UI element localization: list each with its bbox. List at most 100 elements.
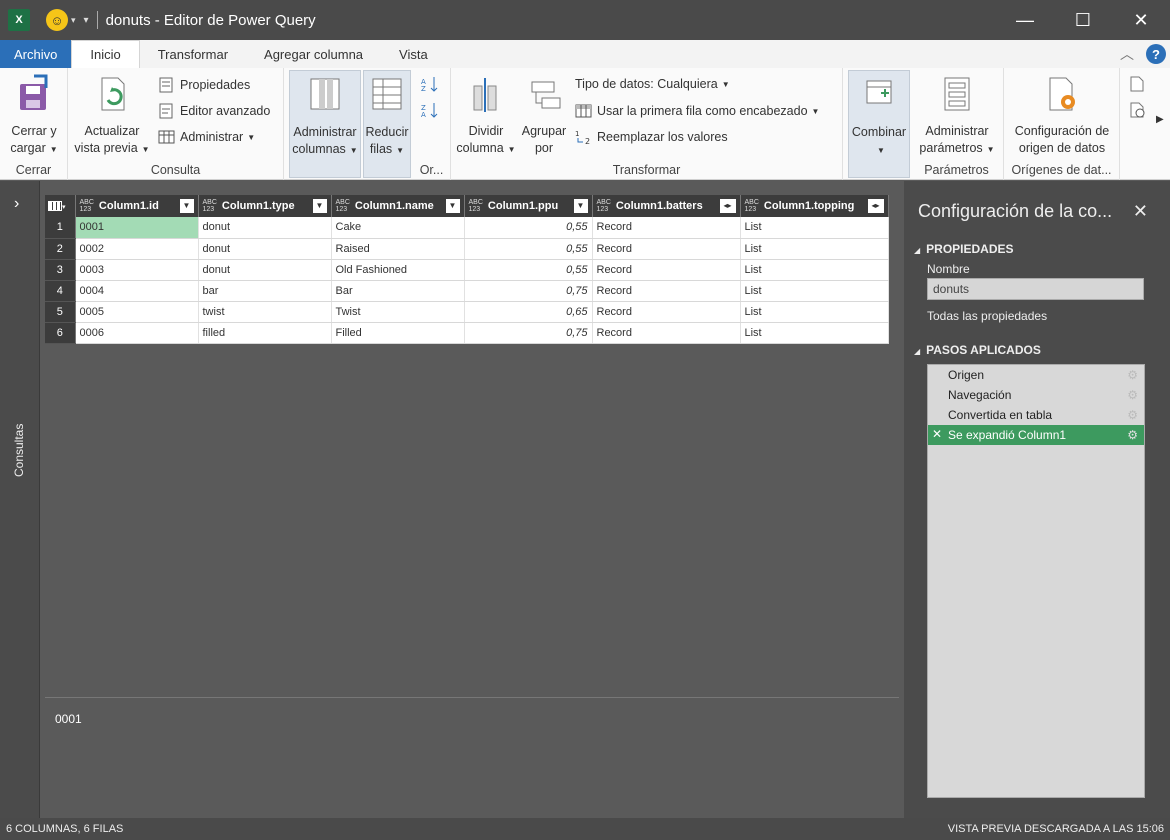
row-number[interactable]: 3 bbox=[45, 259, 76, 281]
cell-topping-link[interactable]: List bbox=[740, 238, 889, 260]
row-number[interactable]: 4 bbox=[45, 280, 76, 302]
row-number[interactable]: 5 bbox=[45, 301, 76, 323]
cell-name[interactable]: Bar bbox=[331, 280, 465, 302]
filter-dropdown-icon[interactable]: ▼ bbox=[179, 199, 194, 213]
reducir-filas-button[interactable]: Reducir filas ▼ bbox=[363, 70, 411, 178]
cell-name[interactable]: Raised bbox=[331, 238, 465, 260]
cell-id[interactable]: 0006 bbox=[75, 322, 199, 344]
propiedades-button[interactable]: Propiedades bbox=[158, 77, 250, 93]
cell-ppu[interactable]: 0,55 bbox=[464, 259, 593, 281]
administrar-columnas-button[interactable]: Administrar columnas ▼ bbox=[289, 70, 361, 178]
queries-label[interactable]: Consultas bbox=[12, 424, 26, 477]
tab-transformar[interactable]: Transformar bbox=[140, 40, 246, 68]
filter-dropdown-icon[interactable]: ▼ bbox=[312, 199, 327, 213]
column-header-id[interactable]: ABC 123 Column1.id ▼ bbox=[75, 195, 199, 217]
configuracion-origen-button[interactable]: Configuración de origen de datos bbox=[1008, 74, 1116, 157]
cell-topping-link[interactable]: List bbox=[740, 259, 889, 281]
quick-access-customize-icon[interactable]: ▾ bbox=[84, 15, 89, 26]
cell-ppu[interactable]: 0,55 bbox=[464, 238, 593, 260]
cell-batters-link[interactable]: Record bbox=[592, 259, 741, 281]
cell-topping-link[interactable]: List bbox=[740, 301, 889, 323]
column-header-batters[interactable]: ABC 123 Column1.batters ◂▸ bbox=[592, 195, 741, 217]
cell-batters-link[interactable]: Record bbox=[592, 238, 741, 260]
filter-dropdown-icon[interactable]: ▼ bbox=[445, 199, 460, 213]
query-name-input[interactable]: donuts bbox=[927, 278, 1144, 300]
delete-step-icon[interactable]: ✕ bbox=[932, 427, 942, 441]
tab-archivo[interactable]: Archivo bbox=[0, 40, 72, 68]
actualizar-vista-previa-button[interactable]: Actualizar vista previa ▼ bbox=[72, 74, 152, 158]
agrupar-por-button[interactable]: Agrupar por bbox=[517, 74, 571, 157]
cell-id[interactable]: 0005 bbox=[75, 301, 199, 323]
applied-step[interactable]: Convertida en tabla ⚙ bbox=[928, 405, 1144, 425]
filter-dropdown-icon[interactable]: ▼ bbox=[573, 199, 588, 213]
gear-icon[interactable]: ⚙ bbox=[1127, 428, 1138, 442]
tipo-datos-dropdown[interactable]: Tipo de datos: Cualquiera ▼ bbox=[575, 77, 730, 91]
maximize-button[interactable]: ☐ bbox=[1054, 0, 1112, 40]
row-number[interactable]: 6 bbox=[45, 322, 76, 344]
row-number[interactable]: 1 bbox=[45, 217, 76, 239]
administrar-button[interactable]: Administrar ▼ bbox=[158, 129, 255, 145]
cell-type[interactable]: twist bbox=[198, 301, 332, 323]
expand-column-icon[interactable]: ◂▸ bbox=[719, 199, 736, 213]
cell-topping-link[interactable]: List bbox=[740, 322, 889, 344]
cell-batters-link[interactable]: Record bbox=[592, 301, 741, 323]
close-icon[interactable]: ✕ bbox=[1133, 201, 1148, 222]
help-icon[interactable]: ? bbox=[1146, 44, 1166, 64]
cell-type[interactable]: donut bbox=[198, 259, 332, 281]
applied-step[interactable]: Navegación ⚙ bbox=[928, 385, 1144, 405]
tab-vista[interactable]: Vista bbox=[381, 40, 446, 68]
new-source-button[interactable] bbox=[1128, 76, 1150, 92]
tab-inicio[interactable]: Inicio bbox=[71, 40, 140, 68]
all-properties-link[interactable]: Todas las propiedades bbox=[927, 309, 1047, 323]
properties-section-header[interactable]: ◢ PROPIEDADES bbox=[914, 242, 1014, 256]
applied-step-selected[interactable]: ✕ Se expandió Column1 ⚙ bbox=[928, 425, 1144, 445]
close-window-button[interactable]: ✕ bbox=[1112, 0, 1170, 40]
cell-batters-link[interactable]: Record bbox=[592, 217, 741, 239]
cell-topping-link[interactable]: List bbox=[740, 217, 889, 239]
column-header-topping[interactable]: ABC 123 Column1.topping ◂▸ bbox=[740, 195, 889, 217]
cerrar-y-cargar-button[interactable]: Cerrar y cargar ▼ bbox=[4, 74, 64, 158]
cell-id[interactable]: 0001 bbox=[75, 217, 199, 239]
row-number[interactable]: 2 bbox=[45, 238, 76, 260]
combinar-button[interactable]: Combinar ▼ bbox=[848, 70, 910, 178]
cell-ppu[interactable]: 0,65 bbox=[464, 301, 593, 323]
cell-ppu[interactable]: 0,55 bbox=[464, 217, 593, 239]
gear-icon[interactable]: ⚙ bbox=[1127, 408, 1138, 422]
cell-name[interactable]: Cake bbox=[331, 217, 465, 239]
reemplazar-valores-button[interactable]: 12 Reemplazar los valores bbox=[575, 129, 728, 145]
cell-ppu[interactable]: 0,75 bbox=[464, 280, 593, 302]
cell-id[interactable]: 0004 bbox=[75, 280, 199, 302]
applied-steps-section-header[interactable]: ◢ PASOS APLICADOS bbox=[914, 343, 1041, 357]
cell-type[interactable]: filled bbox=[198, 322, 332, 344]
column-header-type[interactable]: ABC 123 Column1.type ▼ bbox=[198, 195, 332, 217]
minimize-button[interactable]: — bbox=[996, 0, 1054, 40]
cell-type[interactable]: bar bbox=[198, 280, 332, 302]
collapse-ribbon-icon[interactable]: ︿ bbox=[1120, 44, 1134, 64]
expand-queries-icon[interactable]: › bbox=[14, 195, 19, 213]
cell-ppu[interactable]: 0,75 bbox=[464, 322, 593, 344]
recent-source-button[interactable] bbox=[1128, 102, 1150, 118]
table-menu-button[interactable]: ▾ bbox=[45, 195, 76, 217]
cell-batters-link[interactable]: Record bbox=[592, 322, 741, 344]
column-header-ppu[interactable]: ABC 123 Column1.ppu ▼ bbox=[464, 195, 593, 217]
cell-name[interactable]: Filled bbox=[331, 322, 465, 344]
column-header-name[interactable]: ABC 123 Column1.name ▼ bbox=[331, 195, 465, 217]
cell-name[interactable]: Old Fashioned bbox=[331, 259, 465, 281]
applied-step[interactable]: Origen ⚙ bbox=[928, 365, 1144, 385]
gear-icon[interactable]: ⚙ bbox=[1127, 388, 1138, 402]
usar-primera-fila-button[interactable]: Usar la primera fila como encabezado ▼ bbox=[575, 103, 819, 119]
dividir-columna-button[interactable]: Dividir columna ▼ bbox=[455, 74, 517, 158]
tab-agregar-columna[interactable]: Agregar columna bbox=[246, 40, 381, 68]
smiley-dropdown-icon[interactable]: ▾ bbox=[71, 15, 76, 26]
cell-type[interactable]: donut bbox=[198, 238, 332, 260]
detail-pane-divider[interactable] bbox=[45, 697, 899, 698]
cell-batters-link[interactable]: Record bbox=[592, 280, 741, 302]
ribbon-scroll-right-icon[interactable]: ▶ bbox=[1156, 114, 1164, 125]
administrar-parametros-button[interactable]: Administrar parámetros ▼ bbox=[914, 74, 1000, 158]
sort-ascending-button[interactable]: AZ bbox=[421, 76, 443, 92]
cell-id[interactable]: 0003 bbox=[75, 259, 199, 281]
cell-type[interactable]: donut bbox=[198, 217, 332, 239]
expand-column-icon[interactable]: ◂▸ bbox=[867, 199, 884, 213]
cell-topping-link[interactable]: List bbox=[740, 280, 889, 302]
cell-name[interactable]: Twist bbox=[331, 301, 465, 323]
